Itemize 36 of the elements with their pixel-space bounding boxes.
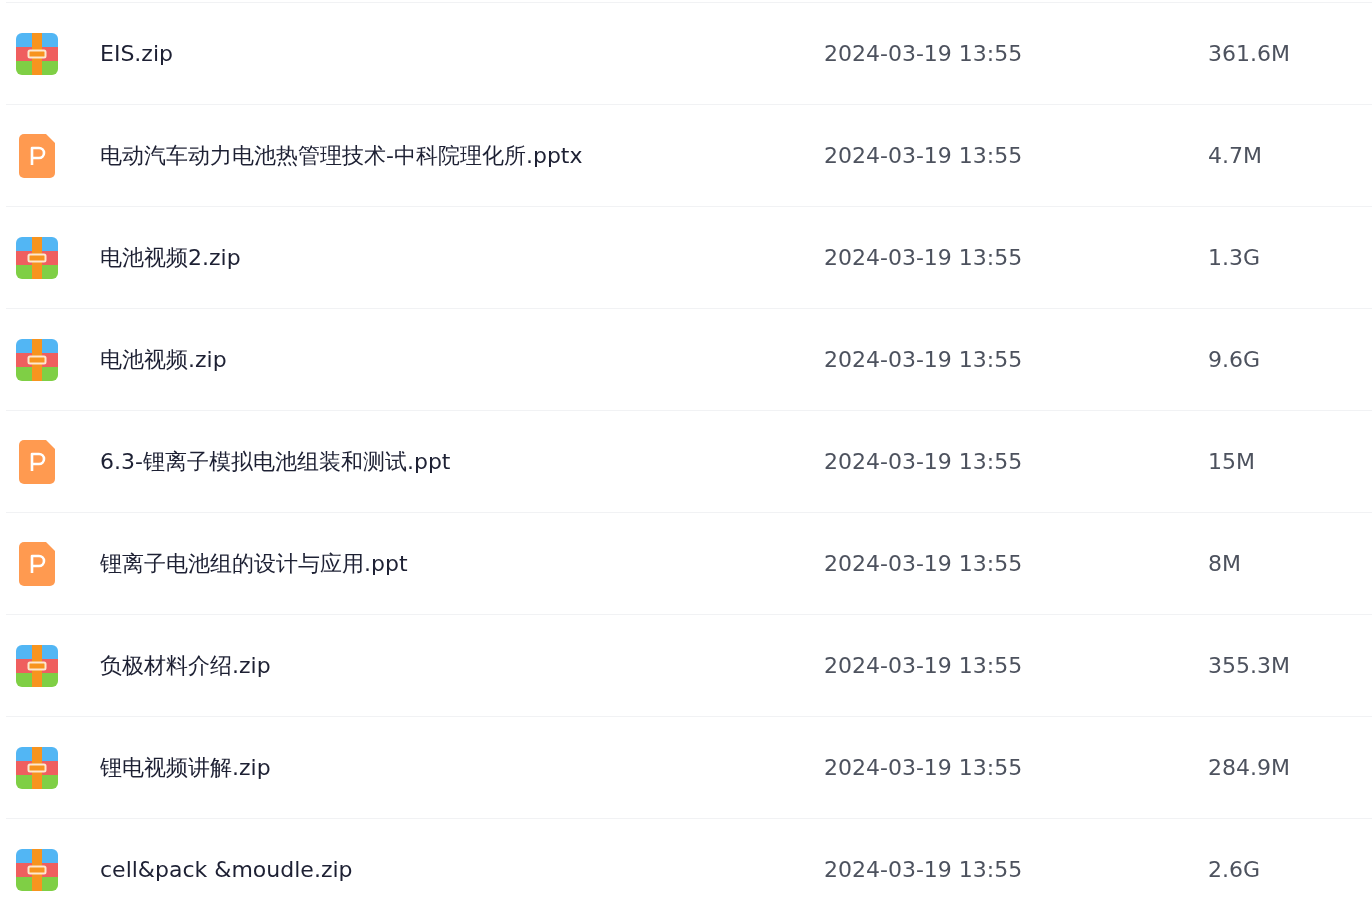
presentation-file-icon [19, 541, 55, 586]
file-size: 1.3G [1208, 245, 1261, 270]
archive-icon [16, 746, 58, 789]
file-size: 361.6M [1208, 41, 1290, 66]
file-name[interactable]: 6.3-锂离子模拟电池组装和测试.ppt [100, 449, 451, 474]
archive-icon [16, 848, 58, 891]
modified-date: 2024-03-19 13:55 [824, 653, 1023, 678]
file-name[interactable]: 电池视频2.zip [100, 245, 241, 270]
modified-date: 2024-03-19 13:55 [824, 755, 1023, 780]
file-name[interactable]: 负极材料介绍.zip [100, 653, 271, 678]
file-size: 2.6G [1208, 857, 1261, 882]
modified-date: 2024-03-19 13:55 [824, 143, 1023, 168]
modified-date: 2024-03-19 13:55 [824, 41, 1023, 66]
file-name[interactable]: EIS.zip [100, 41, 173, 66]
file-size: 8M [1208, 551, 1241, 576]
archive-icon [16, 32, 58, 75]
file-size: 15M [1208, 449, 1255, 474]
file-name[interactable]: 电池视频.zip [100, 347, 227, 372]
modified-date: 2024-03-19 13:55 [824, 551, 1023, 576]
file-size: 355.3M [1208, 653, 1290, 678]
file-size: 4.7M [1208, 143, 1262, 168]
file-name[interactable]: cell&pack &moudle.zip [100, 857, 353, 882]
modified-date: 2024-03-19 13:55 [824, 347, 1023, 372]
modified-date: 2024-03-19 13:55 [824, 245, 1023, 270]
presentation-file-icon [19, 133, 55, 178]
archive-icon [16, 644, 58, 687]
file-name[interactable]: 锂离子电池组的设计与应用.ppt [100, 551, 408, 576]
file-name[interactable]: 电动汽车动力电池热管理技术-中科院理化所.pptx [100, 143, 583, 168]
modified-date: 2024-03-19 13:55 [824, 449, 1023, 474]
file-size: 284.9M [1208, 755, 1290, 780]
file-name[interactable]: 锂电视频讲解.zip [100, 755, 271, 780]
archive-icon [16, 338, 58, 381]
file-size: 9.6G [1208, 347, 1261, 372]
modified-date: 2024-03-19 13:55 [824, 857, 1023, 882]
presentation-file-icon [19, 439, 55, 484]
archive-icon [16, 236, 58, 279]
